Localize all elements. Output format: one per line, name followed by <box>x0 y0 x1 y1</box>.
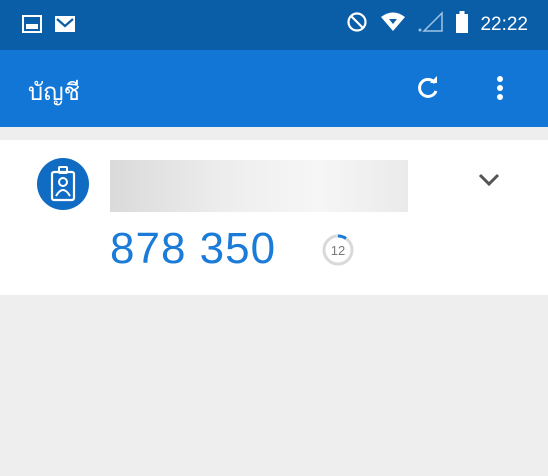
do-not-disturb-icon <box>346 11 368 39</box>
refresh-icon <box>418 76 438 98</box>
page-title: บัญชี <box>28 78 80 106</box>
image-icon <box>22 14 42 39</box>
refresh-button[interactable] <box>408 68 448 108</box>
id-badge-icon <box>50 166 76 202</box>
account-card[interactable]: 878 350 12 <box>0 140 548 295</box>
notification-icons <box>22 14 76 39</box>
more-vert-icon <box>497 76 503 100</box>
signal-icon <box>418 11 444 39</box>
countdown-seconds: 12 <box>330 242 346 258</box>
code-countdown: 12 <box>321 233 355 267</box>
expand-button[interactable] <box>476 170 502 190</box>
app-bar: บัญชี <box>0 50 548 127</box>
battery-icon <box>456 11 469 39</box>
clock: 22:22 <box>480 14 528 35</box>
account-avatar <box>37 158 89 210</box>
status-bar: 22:22 <box>0 0 548 50</box>
system-status: 22:22 <box>346 11 528 39</box>
more-options-button[interactable] <box>480 68 520 108</box>
wifi-icon <box>380 11 406 39</box>
verification-code[interactable]: 878 350 <box>110 224 276 274</box>
chevron-down-icon <box>478 173 500 187</box>
account-name-redacted <box>110 160 408 212</box>
mail-icon <box>54 14 76 39</box>
